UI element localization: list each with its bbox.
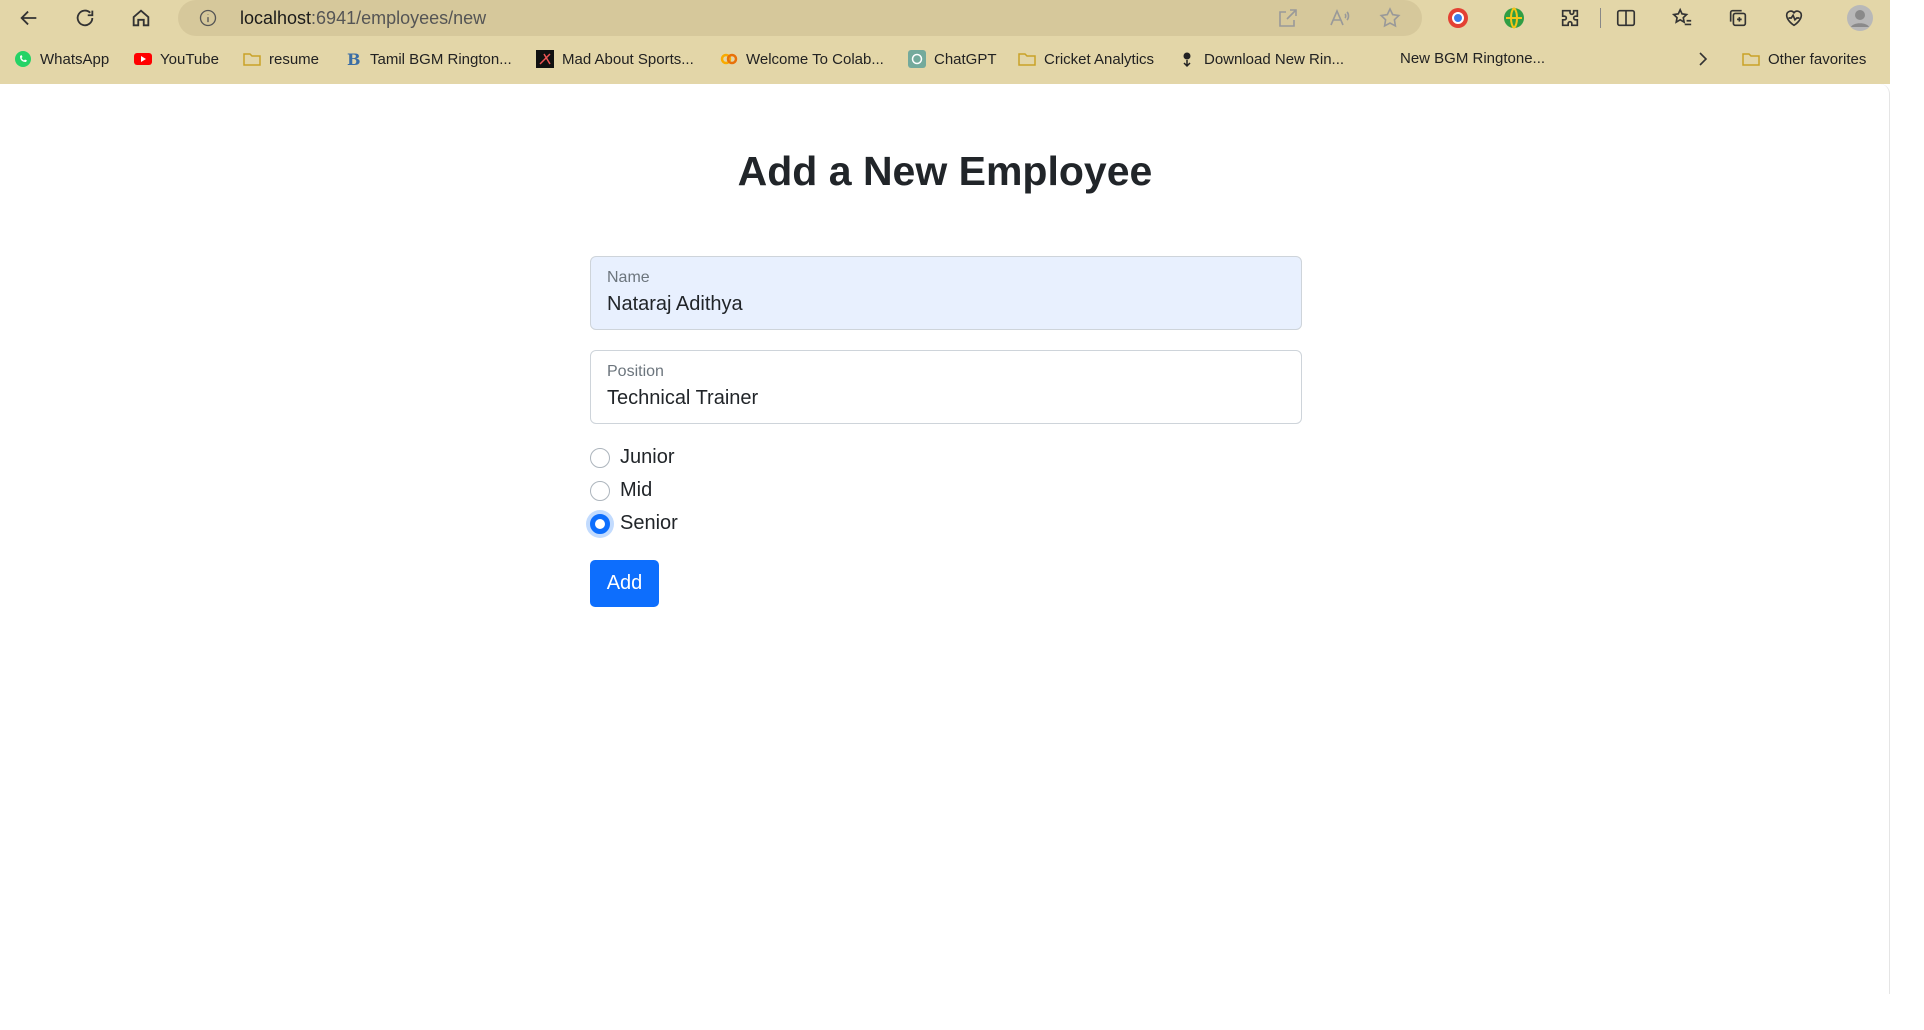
name-label: Name bbox=[607, 269, 650, 286]
colab-icon bbox=[720, 53, 738, 65]
reload-button[interactable] bbox=[70, 4, 100, 32]
chrome-extension-icon bbox=[1448, 8, 1468, 28]
bookmark-resume[interactable]: resume bbox=[243, 50, 319, 68]
youtube-icon bbox=[134, 53, 152, 65]
bookmarks-bar: WhatsApp YouTube resume B Tamil BGM Ring… bbox=[0, 46, 1890, 78]
folder-icon bbox=[243, 53, 261, 66]
extensions-button[interactable] bbox=[1556, 4, 1584, 32]
radio-senior-circle[interactable] bbox=[590, 513, 610, 534]
url-text: localhost:6941/employees/new bbox=[240, 8, 487, 28]
home-icon bbox=[132, 9, 150, 27]
reload-icon bbox=[76, 9, 94, 27]
address-bar[interactable]: localhost:6941/employees/new bbox=[178, 0, 1422, 36]
extension-2-button[interactable] bbox=[1500, 4, 1528, 32]
radio-mid[interactable]: Mid bbox=[590, 479, 652, 502]
favorite-star-icon[interactable] bbox=[1378, 6, 1402, 30]
profile-avatar-icon bbox=[1847, 5, 1873, 31]
folder-icon bbox=[1018, 53, 1036, 66]
extension-1-button[interactable] bbox=[1444, 4, 1472, 32]
bookmark-new-bgm-ringtone[interactable]: New BGM Ringtone... bbox=[1400, 50, 1545, 67]
bookmark-youtube[interactable]: YouTube bbox=[134, 50, 219, 68]
split-screen-icon bbox=[1616, 9, 1636, 27]
open-in-app-icon[interactable] bbox=[1276, 6, 1300, 30]
profile-button[interactable] bbox=[1846, 4, 1874, 32]
radio-junior-label: Junior bbox=[620, 446, 675, 468]
name-input[interactable]: Nataraj Adithya bbox=[607, 293, 743, 316]
page-content: Add a New Employee Name Nataraj Adithya … bbox=[0, 84, 1890, 994]
home-button[interactable] bbox=[126, 4, 156, 32]
collections-button[interactable] bbox=[1724, 4, 1752, 32]
back-button[interactable] bbox=[14, 4, 44, 32]
performance-button[interactable] bbox=[1780, 4, 1808, 32]
bookmark-download-ringtone[interactable]: Download New Rin... bbox=[1178, 50, 1344, 68]
bookmarks-overflow-button[interactable] bbox=[1694, 50, 1712, 68]
chatgpt-icon bbox=[908, 50, 926, 68]
download-icon bbox=[1183, 52, 1191, 68]
bookmark-chatgpt[interactable]: ChatGPT bbox=[908, 50, 997, 68]
radio-senior[interactable]: Senior bbox=[590, 512, 678, 535]
browser-chrome: localhost:6941/employees/new WhatsApp Yo… bbox=[0, 0, 1890, 84]
bookmark-colab[interactable]: Welcome To Colab... bbox=[720, 50, 884, 68]
whatsapp-icon bbox=[15, 51, 31, 67]
browser-toolbar: localhost:6941/employees/new bbox=[0, 0, 1890, 36]
bookmark-cricket-analytics[interactable]: Cricket Analytics bbox=[1018, 50, 1154, 68]
read-aloud-icon[interactable] bbox=[1328, 6, 1352, 30]
bookmark-tamil-bgm[interactable]: B Tamil BGM Rington... bbox=[344, 50, 512, 68]
position-input[interactable]: Technical Trainer bbox=[607, 387, 758, 410]
chevron-right-icon bbox=[1699, 52, 1708, 66]
radio-mid-label: Mid bbox=[620, 479, 653, 501]
position-field[interactable]: Position Technical Trainer bbox=[590, 350, 1302, 424]
page-title: Add a New Employee bbox=[737, 148, 1153, 194]
puzzle-icon bbox=[1561, 9, 1579, 27]
radio-mid-circle[interactable] bbox=[590, 480, 610, 501]
info-icon[interactable] bbox=[198, 8, 218, 28]
svg-text:B: B bbox=[347, 50, 361, 68]
radio-junior[interactable]: Junior bbox=[590, 446, 674, 469]
add-button[interactable]: Add bbox=[590, 560, 659, 607]
split-screen-button[interactable] bbox=[1612, 4, 1640, 32]
toolbar-separator bbox=[1600, 8, 1601, 28]
bookmark-whatsapp[interactable]: WhatsApp bbox=[14, 50, 109, 68]
back-arrow-icon bbox=[20, 10, 37, 26]
collections-icon bbox=[1729, 9, 1747, 27]
radio-junior-circle[interactable] bbox=[590, 447, 610, 468]
sports-icon bbox=[536, 50, 554, 68]
bgm-icon: B bbox=[347, 50, 361, 68]
position-label: Position bbox=[607, 363, 664, 380]
favorites-button[interactable] bbox=[1668, 4, 1696, 32]
bookmark-other-favorites[interactable]: Other favorites bbox=[1742, 50, 1866, 68]
folder-icon bbox=[1742, 53, 1760, 66]
favorites-list-icon bbox=[1671, 7, 1692, 26]
bookmark-mad-about-sports[interactable]: Mad About Sports... bbox=[536, 50, 694, 68]
globe-extension-icon bbox=[1504, 7, 1524, 29]
name-field[interactable]: Name Nataraj Adithya bbox=[590, 256, 1302, 330]
radio-senior-label: Senior bbox=[620, 512, 678, 534]
heart-pulse-icon bbox=[1785, 10, 1803, 27]
